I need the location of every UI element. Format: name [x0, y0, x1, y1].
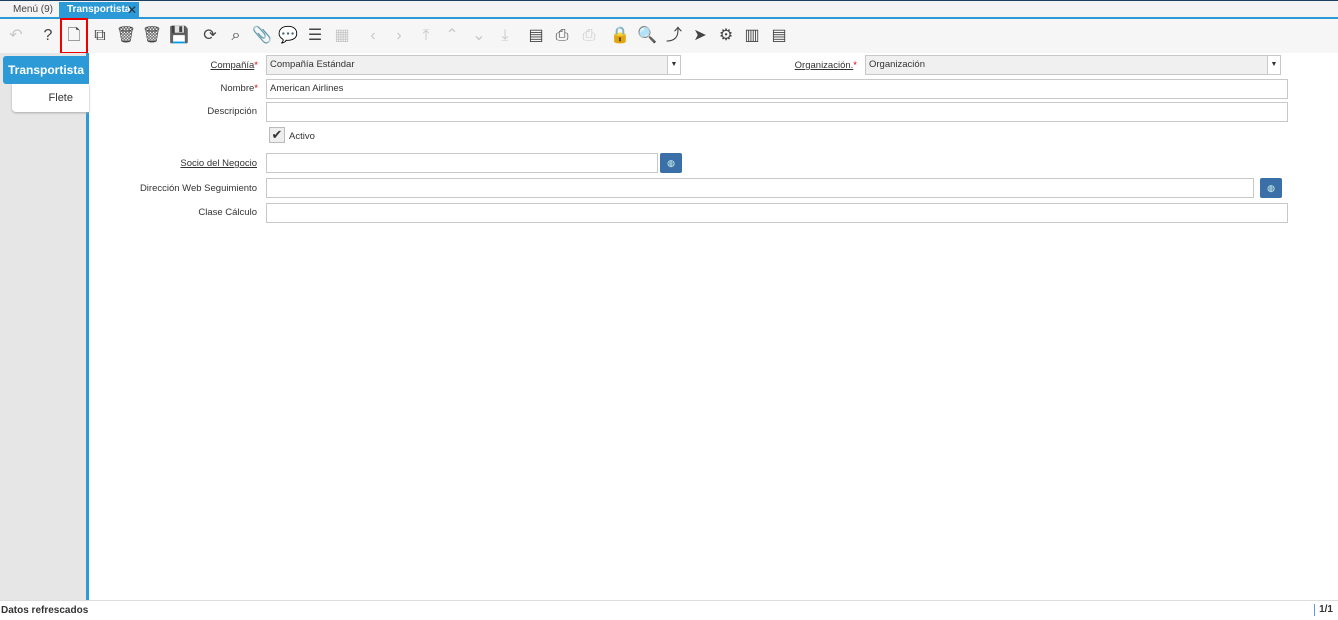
copy-button[interactable]: ⧉	[89, 25, 111, 47]
chat-icon: 💬	[278, 27, 298, 44]
process-button[interactable]: ⚙	[715, 25, 737, 47]
find-icon: ⌕	[231, 27, 241, 44]
report-button[interactable]: ▤	[525, 25, 547, 47]
grid-toggle-icon: ☰	[307, 27, 323, 44]
save-button[interactable]: 💾	[168, 25, 190, 47]
calculation-class-label: Clase Cálculo	[198, 207, 257, 218]
zoom-across-icon: 🔍	[637, 27, 657, 44]
next-button[interactable]: ›	[388, 25, 410, 47]
active-checkbox[interactable]: ✔	[269, 127, 285, 143]
calculation-class-input[interactable]	[266, 203, 1288, 223]
last-icon: ⤓	[501, 27, 509, 44]
find-button[interactable]: ⌕	[225, 25, 247, 47]
last-button[interactable]: ⤓	[494, 25, 516, 47]
undo-icon: ↶	[9, 27, 23, 44]
tab-transportista-panel[interactable]: Transportista	[3, 56, 89, 84]
parent-icon: ⌃	[445, 27, 459, 44]
tab-flete[interactable]: Flete	[12, 84, 89, 112]
window-tabbar: Menú (9) Transportista ✕	[0, 0, 1338, 19]
previous-button[interactable]: ‹	[362, 25, 384, 47]
product-info-icon: ▥	[744, 27, 760, 44]
tab-menu[interactable]: Menú (9)	[5, 2, 61, 18]
status-message: Datos refrescados	[1, 605, 89, 616]
help-button[interactable]: ?	[37, 25, 59, 47]
lock-button[interactable]: 🔒	[609, 25, 631, 47]
print-icon: ⎙	[582, 27, 596, 44]
next-icon: ›	[396, 27, 402, 44]
workflow-icon: ⤴	[665, 27, 682, 44]
business-partner-label: Socio del Negocio	[180, 158, 257, 169]
copy-icon: ⧉	[94, 27, 106, 44]
record-counter: 1/1	[1314, 604, 1333, 616]
chevron-down-icon[interactable]: ▼	[667, 56, 680, 74]
previous-icon: ‹	[370, 27, 376, 44]
send-icon: ➤	[693, 27, 707, 44]
description-label: Descripción	[207, 106, 257, 117]
detail-button[interactable]: ⌄	[468, 25, 490, 47]
status-bar: Datos refrescados 1/1	[0, 600, 1338, 619]
detail-icon: ⌄	[472, 27, 486, 44]
undo-button[interactable]: ↶	[5, 25, 27, 47]
help-icon: ?	[43, 27, 53, 44]
parent-button[interactable]: ⌃	[441, 25, 463, 47]
tab-panel: Transportista Flete	[0, 53, 89, 600]
lock-icon: 🔒	[610, 27, 630, 44]
form-icon: ▤	[771, 27, 787, 44]
organization-label: Organización.*	[794, 60, 857, 71]
first-icon: ⤒	[422, 27, 430, 44]
delete-selection-icon: 🗑	[141, 27, 163, 44]
business-partner-input[interactable]	[266, 153, 658, 173]
send-button[interactable]: ➤	[689, 25, 711, 47]
toolbar: ↶? 🗋 ⧉ 🗑 🗑 💾 ⟳ ⌕ 📎 💬 ☰ ▦ ‹ › ⤒ ⌃ ⌄ ⤓ ▤ ⎙ ⎙ 🔒 🔍 ⤴ ➤ ⚙ ▥ ▤	[0, 18, 1338, 54]
name-input[interactable]: American Airlines	[266, 79, 1288, 99]
attachment-button[interactable]: 📎	[251, 25, 273, 47]
description-input[interactable]	[266, 102, 1288, 122]
active-label: Activo	[289, 131, 315, 142]
new-record-button[interactable]: 🗋	[60, 18, 88, 54]
tab-transportista[interactable]: Transportista ✕	[59, 2, 139, 18]
chat-button[interactable]: 💬	[277, 25, 299, 47]
product-info-button[interactable]: ▥	[741, 25, 763, 47]
calendar-icon: ▦	[334, 27, 350, 44]
form-button[interactable]: ▤	[768, 25, 790, 47]
print-button[interactable]: ⎙	[578, 25, 600, 47]
tab-label: Transportista	[67, 4, 131, 15]
attachment-icon: 📎	[252, 27, 272, 44]
zoom-across-button[interactable]: 🔍	[636, 25, 658, 47]
report-icon: ▤	[528, 27, 544, 44]
organization-select[interactable]: Organización ▼	[865, 55, 1281, 75]
calendar-button[interactable]: ▦	[331, 25, 353, 47]
archive-button[interactable]: ⎙	[551, 25, 573, 47]
new-record-icon: 🗋	[67, 27, 81, 44]
process-icon: ⚙	[718, 27, 734, 44]
delete-icon: 🗑	[115, 27, 137, 44]
refresh-icon: ⟳	[203, 27, 217, 44]
business-partner-search-button[interactable]: ◍	[660, 153, 682, 173]
delete-button[interactable]: 🗑	[115, 25, 137, 47]
chevron-down-icon[interactable]: ▼	[1267, 56, 1280, 74]
company-select[interactable]: Compañía Estándar ▼	[266, 55, 681, 75]
tracking-url-input[interactable]	[266, 178, 1254, 198]
tracking-url-label: Dirección Web Seguimiento	[139, 183, 257, 194]
delete-selection-button[interactable]: 🗑	[141, 25, 163, 47]
workflow-button[interactable]: ⤴	[663, 25, 685, 47]
refresh-button[interactable]: ⟳	[199, 25, 221, 47]
save-icon: 💾	[169, 27, 189, 44]
grid-toggle-button[interactable]: ☰	[304, 25, 326, 47]
open-url-button[interactable]: ◍	[1260, 178, 1282, 198]
close-icon[interactable]: ✕	[127, 2, 137, 18]
archive-icon: ⎙	[555, 27, 569, 44]
name-label: Nombre*	[220, 83, 259, 94]
first-button[interactable]: ⤒	[415, 25, 437, 47]
company-label: Compañía*	[210, 60, 258, 71]
